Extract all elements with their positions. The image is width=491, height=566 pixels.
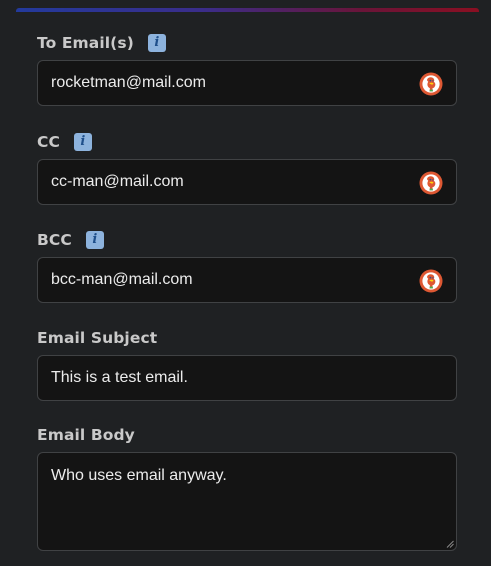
info-icon[interactable]: i [147, 34, 166, 52]
body-label-text: Email Body [37, 426, 135, 444]
duckduckgo-icon[interactable] [419, 72, 443, 96]
subject-input[interactable]: This is a test email. [37, 355, 457, 401]
bcc-label-text: BCC [37, 231, 72, 249]
cc-label: CC i [37, 131, 457, 153]
bcc-input[interactable]: bcc-man@mail.com [37, 257, 457, 303]
info-icon[interactable]: i [73, 133, 92, 151]
duckduckgo-icon[interactable] [419, 269, 443, 293]
subject-label: Email Subject [37, 327, 457, 349]
body-value: Who uses email anyway. [51, 467, 227, 484]
bcc-field-group: BCC i bcc-man@mail.com [37, 229, 457, 303]
body-textarea[interactable]: Who uses email anyway. [37, 452, 457, 551]
email-form-panel: To Email(s) i rocketman@mail.com CC i cc… [16, 12, 479, 566]
body-label: Email Body [37, 424, 457, 446]
duckduckgo-icon[interactable] [419, 171, 443, 195]
cc-label-text: CC [37, 133, 60, 151]
body-field-group: Email Body Who uses email anyway. [37, 424, 457, 551]
to-email-value: rocketman@mail.com [51, 74, 206, 91]
to-email-input[interactable]: rocketman@mail.com [37, 60, 457, 106]
to-email-label: To Email(s) i [37, 32, 457, 54]
subject-label-text: Email Subject [37, 329, 158, 347]
subject-value: This is a test email. [51, 369, 188, 386]
cc-value: cc-man@mail.com [51, 173, 184, 190]
cc-field-group: CC i cc-man@mail.com [37, 131, 457, 205]
to-email-field-group: To Email(s) i rocketman@mail.com [37, 32, 457, 106]
to-email-label-text: To Email(s) [37, 34, 134, 52]
resize-handle-icon[interactable] [446, 540, 454, 548]
bcc-value: bcc-man@mail.com [51, 271, 193, 288]
info-icon[interactable]: i [85, 231, 104, 249]
cc-input[interactable]: cc-man@mail.com [37, 159, 457, 205]
bcc-label: BCC i [37, 229, 457, 251]
subject-field-group: Email Subject This is a test email. [37, 327, 457, 401]
